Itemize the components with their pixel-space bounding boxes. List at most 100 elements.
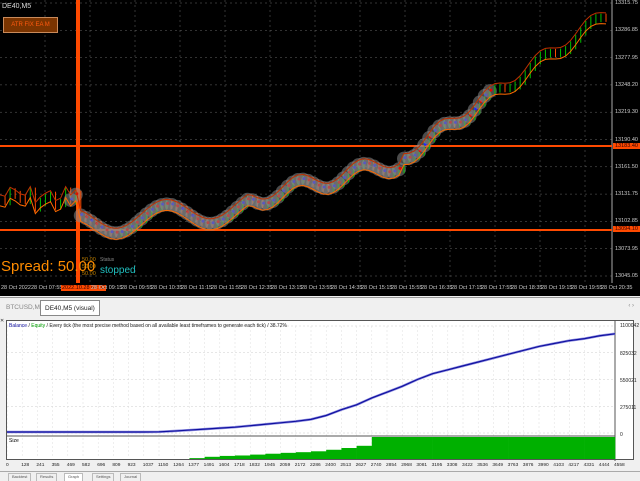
trade-dot (398, 166, 402, 170)
tester-graph: Balance / Equity / Every tick (the most … (6, 320, 639, 461)
trade-dot (489, 88, 493, 92)
time-label: 28 Oct 09:15 (91, 285, 123, 291)
size-bar (371, 437, 388, 459)
time-label: 28 Oct 16:35 (421, 285, 453, 291)
time-label: 28 Oct 07:55 (31, 285, 63, 291)
x-label: 1150 (158, 463, 169, 468)
x-label: 2627 (355, 463, 367, 468)
price-label: 13277.95 (615, 54, 638, 61)
time-label: 28 Oct 19:15 (541, 285, 573, 291)
size-bar (250, 454, 266, 459)
size-bar (569, 437, 585, 459)
size-bar (599, 437, 616, 459)
ma-line (0, 23, 607, 240)
y-label: 0 (620, 432, 623, 438)
x-label: 3763 (507, 463, 519, 468)
time-label: 28 Oct 12:35 (241, 285, 273, 291)
hline-upper-label: 13183.40 (613, 143, 640, 149)
hline-lower-label: 13094.10 (613, 226, 640, 232)
x-label: 2286 (310, 463, 321, 468)
x-label: 3081 (416, 463, 428, 468)
x-label: 4103 (553, 463, 564, 468)
size-bar (554, 437, 570, 459)
graph-title: Balance / Equity / Every tick (the most … (9, 323, 287, 329)
x-label: 809 (112, 463, 121, 468)
y-label: 550021 (620, 378, 637, 384)
size-bar (280, 452, 297, 459)
x-label: 3649 (492, 463, 504, 468)
x-label: 1604 (218, 463, 230, 468)
time-label: 28 Oct 15:15 (361, 285, 393, 291)
price-label: 13190.40 (615, 136, 638, 143)
time-axis: 28 Oct 2022 28 Oct 07:55 2022.10.28 08:00 2… (0, 283, 640, 295)
x-label: 3308 (446, 463, 458, 468)
x-label: 2172 (294, 463, 306, 468)
price-label: 13315.75 (615, 0, 638, 6)
x-label: 1718 (234, 463, 245, 468)
mini-value: 50.00 (82, 264, 96, 270)
x-label: 696 (97, 463, 106, 468)
size-label: Size (9, 438, 19, 444)
graph-desc: / Every tick (the most precise method ba… (45, 323, 287, 329)
size-bar (523, 437, 540, 459)
size-bar (478, 437, 494, 459)
y-label: 825032 (620, 351, 637, 357)
balance-plot (7, 321, 616, 461)
size-bar (295, 452, 312, 459)
x-label: 2854 (386, 463, 397, 468)
candlestick-plot (0, 0, 613, 283)
size-bar (584, 437, 601, 459)
price-chart[interactable]: DE40,M5 ATR FIX EA M 13315.75 13286.85 132… (0, 0, 640, 296)
y-label: 1100042 (620, 323, 640, 329)
size-bar (265, 453, 281, 459)
size-bar (219, 455, 236, 459)
size-bar (402, 437, 418, 459)
x-label: 4444 (598, 463, 610, 468)
time-label: 28 Oct 18:35 (511, 285, 543, 291)
time-label: 28 Oct 14:35 (331, 285, 363, 291)
price-label: 13102.85 (615, 218, 638, 225)
x-label: 1264 (173, 463, 184, 468)
x-label: 3876 (522, 463, 534, 468)
size-bar (341, 448, 357, 459)
tab-de40-visual[interactable]: DE40,M5 (visual) (40, 300, 100, 316)
size-bar (387, 437, 403, 459)
x-label: 1491 (203, 463, 215, 468)
x-label: 128 (21, 463, 30, 468)
size-bar (432, 437, 449, 459)
x-label: 4331 (583, 463, 595, 468)
time-label: 28 Oct 19:55 (571, 285, 603, 291)
balance-legend: Balance (9, 323, 28, 329)
chart-tabs: BTCUSD,M1 DE40,M5 (visual) ‹ › (0, 297, 640, 317)
close-icon[interactable]: ✕ (0, 318, 4, 324)
x-label: 1832 (249, 463, 260, 468)
size-bar (189, 458, 205, 459)
price-label: 13286.85 (615, 27, 638, 34)
time-label: 28 Oct 11:55 (211, 285, 243, 291)
y-label: 275011 (620, 405, 637, 411)
x-label: 582 (82, 463, 91, 468)
mini-value: 50.00 (82, 271, 96, 277)
status-label: Status (100, 257, 115, 263)
size-bar (447, 437, 464, 459)
bottom-tabs: Backtest Results Graph Settings Journal (0, 471, 640, 481)
time-label: 28 Oct 11:15 (181, 285, 213, 291)
x-label: 1377 (188, 463, 200, 468)
x-label: 4558 (614, 463, 625, 468)
x-label: 0 (6, 463, 9, 468)
size-bar (235, 455, 251, 459)
x-label: 355 (51, 463, 60, 468)
size-bar (463, 437, 479, 459)
ea-badge[interactable]: ATR FIX EA M (3, 17, 58, 33)
x-axis: 0 128 241 355 469 582 696 809 923 1037 1150 1264 137… (6, 462, 625, 471)
x-label: 2059 (279, 463, 291, 468)
price-label: 13161.50 (615, 163, 638, 170)
x-label: 2740 (370, 463, 382, 468)
time-label: 28 Oct 15:55 (391, 285, 423, 291)
time-label: 28 Oct 17:55 (481, 285, 513, 291)
equity-legend: Equity (31, 323, 46, 329)
x-label: 3195 (431, 463, 443, 468)
time-label: 28 Oct 13:55 (301, 285, 333, 291)
x-label: 3422 (462, 463, 473, 468)
tab-scroll-arrows[interactable]: ‹ › (628, 303, 634, 309)
